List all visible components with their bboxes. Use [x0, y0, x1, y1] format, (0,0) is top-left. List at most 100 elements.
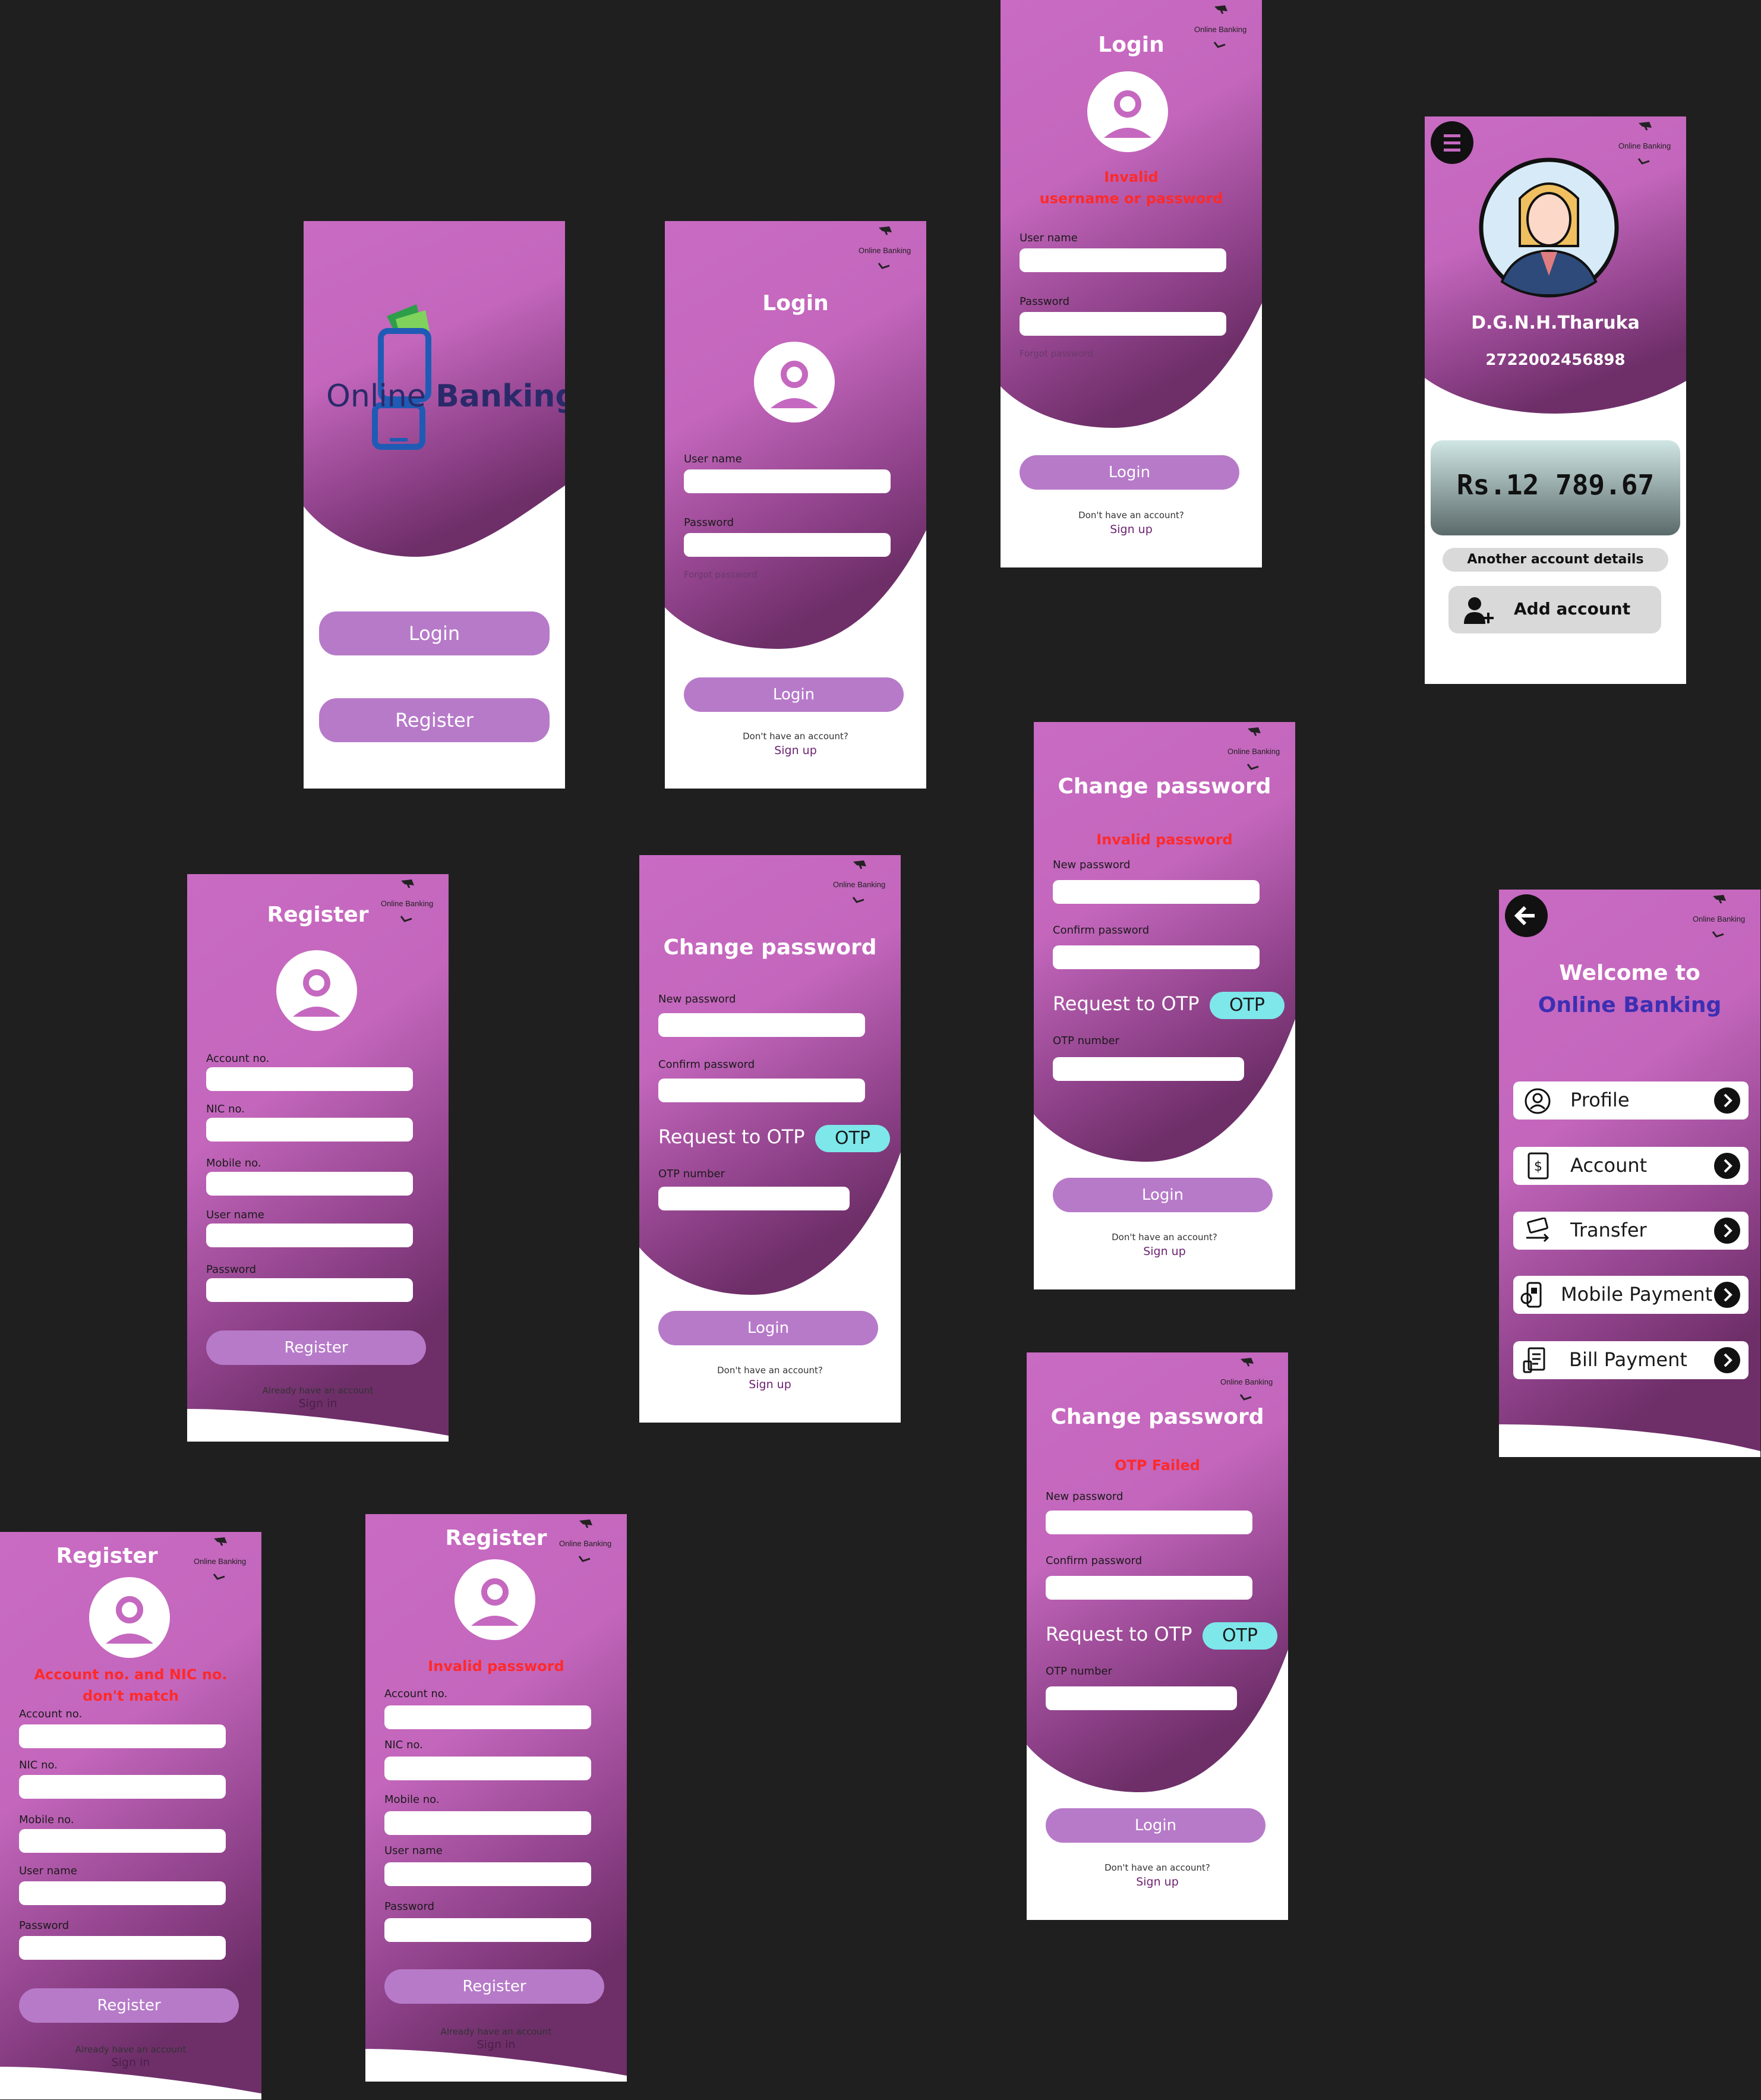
login-button[interactable]: Login — [658, 1311, 878, 1345]
confirm-password-input[interactable] — [1053, 945, 1260, 969]
signup-link[interactable]: Sign up — [1034, 1245, 1295, 1258]
register-button[interactable]: Register — [19, 1988, 239, 2023]
another-account-button[interactable]: Another account details — [1443, 548, 1668, 572]
username-input[interactable] — [384, 1862, 591, 1886]
login-button[interactable]: Login — [684, 677, 904, 712]
register-button[interactable]: Register — [206, 1330, 426, 1365]
login-button[interactable]: Login — [1053, 1178, 1273, 1212]
no-account-text: Don't have an account? — [743, 731, 848, 742]
username-input[interactable] — [19, 1881, 226, 1905]
menu-item-mobile-payment[interactable]: Mobile Payment — [1513, 1276, 1749, 1314]
new-password-input[interactable] — [658, 1013, 865, 1037]
register-button[interactable]: Register — [384, 1969, 604, 2004]
login-button[interactable]: Login — [319, 611, 550, 655]
profile-icon — [1525, 1088, 1551, 1114]
password-input[interactable] — [684, 533, 891, 557]
mobile-label: Mobile no. — [384, 1793, 440, 1806]
chevron-right-icon — [1714, 1218, 1740, 1244]
confirm-password-input[interactable] — [658, 1079, 865, 1102]
register-screen: Online Banking Register Account no. NIC … — [187, 874, 449, 1442]
signin-link[interactable]: Sign in — [365, 2038, 627, 2051]
otp-number-label: OTP number — [658, 1168, 725, 1180]
page-title: Login — [1098, 33, 1164, 57]
new-password-input[interactable] — [1046, 1511, 1252, 1534]
error-line-1: Account no. and NIC no. — [34, 1666, 228, 1683]
forgot-password-link[interactable]: Forgot password — [1020, 348, 1093, 359]
login-button[interactable]: Login — [1046, 1808, 1265, 1843]
password-label: Password — [1020, 295, 1070, 308]
otp-button[interactable]: OTP — [1210, 992, 1285, 1019]
nic-input[interactable] — [19, 1775, 226, 1799]
menu-item-transfer[interactable]: Transfer — [1513, 1212, 1749, 1250]
signup-link[interactable]: Sign up — [639, 1378, 901, 1391]
otp-number-input[interactable] — [1046, 1686, 1237, 1710]
brand-mini-label: Online Banking — [1220, 1377, 1273, 1386]
error-line-1: Invalid — [1104, 169, 1159, 185]
account-input[interactable] — [206, 1067, 413, 1091]
password-input[interactable] — [206, 1278, 413, 1302]
login-button[interactable]: Login — [1020, 455, 1239, 490]
add-account-button[interactable]: Add account — [1448, 586, 1661, 633]
have-account-text: Already have an account — [440, 2026, 552, 2037]
menu-item-bill-payment[interactable]: Bill Payment — [1513, 1341, 1749, 1379]
avatar-icon — [754, 342, 835, 422]
otp-button[interactable]: OTP — [815, 1125, 890, 1152]
account-input[interactable] — [384, 1705, 591, 1729]
balance-amount: Rs.12 789.67 — [1456, 469, 1655, 501]
brand-mini-label: Online Banking — [1618, 141, 1671, 150]
forgot-password-link[interactable]: Forgot password — [684, 569, 758, 580]
page-title: Register — [56, 1544, 158, 1568]
brand-online: Online — [326, 379, 436, 414]
password-input[interactable] — [1020, 312, 1226, 336]
menu-label-transfer: Transfer — [1570, 1219, 1647, 1241]
new-password-input[interactable] — [1053, 880, 1260, 904]
account-book-icon: $ — [1528, 1152, 1549, 1180]
chevron-right-icon — [1714, 1347, 1740, 1373]
mobile-input[interactable] — [19, 1829, 226, 1853]
mobile-input[interactable] — [206, 1172, 413, 1196]
signin-link[interactable]: Sign in — [187, 1397, 449, 1410]
nic-input[interactable] — [384, 1757, 591, 1780]
signup-link[interactable]: Sign up — [1027, 1875, 1288, 1888]
menu-item-account[interactable]: $ Account — [1513, 1147, 1749, 1185]
username-input[interactable] — [684, 469, 891, 493]
otp-number-input[interactable] — [1053, 1057, 1244, 1081]
brand-mini-label: Online Banking — [1227, 747, 1280, 756]
add-user-icon — [1464, 597, 1494, 624]
signup-link[interactable]: Sign up — [665, 744, 926, 757]
signup-link[interactable]: Sign up — [1001, 523, 1262, 536]
username-input[interactable] — [206, 1224, 413, 1247]
otp-button[interactable]: OTP — [1203, 1622, 1277, 1650]
welcome-line-1: Welcome to — [1559, 961, 1700, 985]
account-label: Account no. — [206, 1052, 270, 1065]
confirm-password-input[interactable] — [1046, 1576, 1252, 1600]
welcome-line-2: Online Banking — [1538, 993, 1722, 1017]
nic-input[interactable] — [206, 1118, 413, 1142]
menu-item-profile[interactable]: Profile — [1513, 1081, 1749, 1120]
avatar-icon — [1087, 71, 1168, 152]
menu-icon[interactable] — [1431, 121, 1473, 164]
signin-link[interactable]: Sign in — [0, 2056, 261, 2069]
password-input[interactable] — [384, 1918, 591, 1942]
account-input[interactable] — [19, 1724, 226, 1748]
page-title: Change password — [663, 935, 877, 960]
password-label: Password — [19, 1919, 70, 1932]
login-error-screen: Online Banking Login Invalid username or… — [1001, 0, 1262, 567]
svg-text:$: $ — [1534, 1159, 1542, 1174]
otp-number-input[interactable] — [658, 1187, 850, 1210]
otp-number-label: OTP number — [1053, 1035, 1119, 1047]
balance-card: Rs.12 789.67 — [1431, 440, 1680, 535]
money-transfer-icon — [1526, 1218, 1549, 1243]
request-otp-label: Request to OTP — [658, 1125, 805, 1148]
username-input[interactable] — [1020, 248, 1226, 272]
chevron-right-icon — [1714, 1087, 1740, 1114]
back-arrow-icon[interactable] — [1505, 894, 1548, 937]
mobile-input[interactable] — [384, 1811, 591, 1835]
no-account-text: Don't have an account? — [717, 1365, 823, 1376]
error-message: Invalid password — [1096, 831, 1233, 848]
brand-mini-label: Online Banking — [1693, 915, 1746, 923]
login-screen: Online Banking Login User name Password … — [665, 221, 926, 789]
page-title: Register — [445, 1526, 547, 1550]
register-button[interactable]: Register — [319, 698, 550, 742]
password-input[interactable] — [19, 1936, 226, 1960]
